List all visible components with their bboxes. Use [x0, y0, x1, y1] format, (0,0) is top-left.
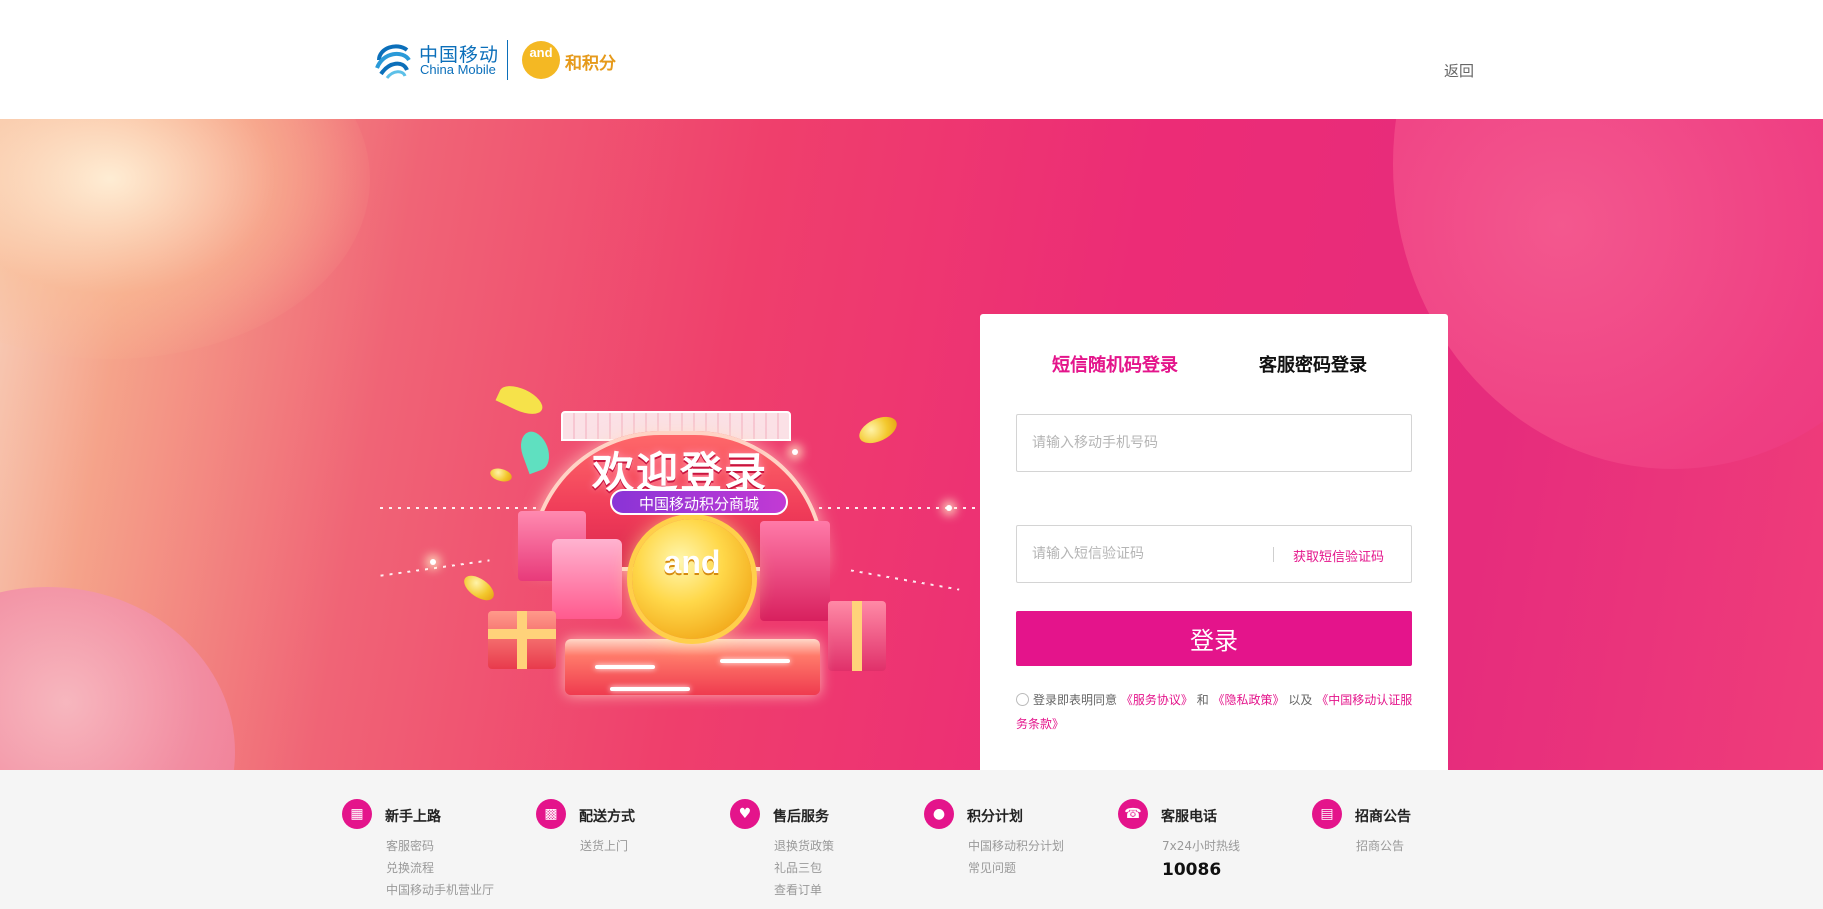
- footer-col-title: 新手上路: [385, 809, 441, 825]
- gift-box: [760, 521, 830, 621]
- tab-password-login[interactable]: 客服密码登录: [1259, 351, 1367, 377]
- footer-col-title: 积分计划: [967, 809, 1023, 825]
- sparkle-line-left: [380, 507, 550, 509]
- sparkle: [792, 449, 798, 455]
- china-mobile-logo-icon: [375, 44, 411, 79]
- agreement-and: 和: [1196, 693, 1209, 707]
- decor-circle-right: [1393, 119, 1823, 469]
- footer-col-title: 招商公告: [1355, 809, 1411, 825]
- footer-link[interactable]: 常见问题: [968, 857, 1064, 879]
- brand-name-en: China Mobile: [420, 62, 496, 77]
- coins-icon: ●: [924, 799, 954, 829]
- footer-links: 7x24小时热线 10086: [1162, 835, 1240, 883]
- footer-links: 中国移动积分计划 常见问题: [968, 835, 1064, 879]
- footer-link[interactable]: 招商公告: [1356, 835, 1404, 857]
- hero-banner: and 欢迎登录 中国移动积分商城 短信随机码登录 客服密码登录 获取短信验证码…: [0, 119, 1823, 770]
- service-agreement-link[interactable]: 《服务协议》: [1121, 693, 1193, 707]
- notice-icon: ▤: [1312, 799, 1342, 829]
- flying-coin-icon: [459, 570, 499, 606]
- phone-input[interactable]: [1032, 415, 1392, 471]
- agreement-also: 以及: [1288, 693, 1313, 707]
- stage-light: [720, 659, 790, 663]
- header: 中国移动 China Mobile and 和积分 返回: [0, 0, 1823, 119]
- sparkle: [430, 559, 436, 565]
- login-button[interactable]: 登录: [1016, 611, 1412, 666]
- back-link[interactable]: 返回: [1444, 60, 1474, 81]
- footer-link[interactable]: 中国移动手机营业厅: [386, 879, 494, 901]
- footer-link[interactable]: 退换货政策: [774, 835, 834, 857]
- sparkle-line-right: [810, 507, 980, 509]
- privacy-policy-link[interactable]: 《隐私政策》: [1213, 693, 1285, 707]
- footer-col-title: 售后服务: [773, 809, 829, 825]
- points-brand: 和积分: [565, 54, 616, 74]
- tab-sms-login[interactable]: 短信随机码登录: [1052, 351, 1178, 377]
- stage-light: [595, 665, 655, 669]
- field-divider: [1273, 547, 1274, 562]
- get-sms-code-button[interactable]: 获取短信验证码: [1293, 546, 1384, 565]
- decor-circle-left: [0, 587, 235, 770]
- agreement-row: 登录即表明同意 《服务协议》 和 《隐私政策》 以及 《中国移动认证服务条款》: [1016, 688, 1416, 736]
- footer-links: 送货上门: [580, 835, 628, 857]
- footer-link[interactable]: 客服密码: [386, 835, 494, 857]
- footer-link[interactable]: 礼品三包: [774, 857, 834, 879]
- agree-checkbox[interactable]: [1016, 693, 1029, 706]
- and-logo-icon: and: [522, 41, 560, 79]
- hotline-number: 10086: [1162, 860, 1222, 880]
- footer-link[interactable]: 中国移动积分计划: [968, 835, 1064, 857]
- footer-links: 招商公告: [1356, 835, 1404, 857]
- stage-light: [610, 687, 690, 691]
- confetti-leaf: [495, 380, 547, 420]
- gift-box: [552, 539, 622, 619]
- footer-links: 退换货政策 礼品三包 查看订单: [774, 835, 834, 901]
- footer-link[interactable]: 兑换流程: [386, 857, 494, 879]
- phone-icon: ☎: [1118, 799, 1148, 829]
- footer-link[interactable]: 送货上门: [580, 835, 628, 857]
- welcome-illustration: and 欢迎登录 中国移动积分商城: [380, 380, 980, 729]
- agreement-prefix: 登录即表明同意: [1033, 693, 1118, 707]
- guide-icon: ▦: [342, 799, 372, 829]
- footer-col-title: 客服电话: [1161, 809, 1217, 825]
- sms-code-field: 获取短信验证码: [1016, 525, 1412, 583]
- footer-link: 7x24小时热线: [1162, 839, 1241, 853]
- banner-glow: [0, 119, 370, 359]
- logo-divider: [507, 40, 508, 80]
- footer-col-title: 配送方式: [579, 809, 635, 825]
- mall-subtitle: 中国移动积分商城: [610, 489, 788, 515]
- sparkle-line-right-2: [850, 569, 960, 591]
- gift-ribbon: [852, 601, 862, 671]
- truck-icon: ▩: [536, 799, 566, 829]
- footer-link[interactable]: 查看订单: [774, 879, 834, 901]
- hand-heart-icon: ♥: [730, 799, 760, 829]
- footer-links: 客服密码 兑换流程 中国移动手机营业厅: [386, 835, 494, 901]
- phone-field: [1016, 414, 1412, 472]
- sparkle: [946, 505, 952, 511]
- gift-ribbon: [517, 611, 527, 669]
- footer: ▦ 新手上路 客服密码 兑换流程 中国移动手机营业厅 ▩ 配送方式 送货上门 ♥…: [0, 770, 1823, 909]
- gift-ribbon: [488, 629, 556, 639]
- sms-code-input[interactable]: [1032, 526, 1272, 582]
- coin-label: and: [663, 544, 721, 580]
- login-card: 短信随机码登录 客服密码登录 获取短信验证码 登录 登录即表明同意 《服务协议》…: [980, 314, 1448, 770]
